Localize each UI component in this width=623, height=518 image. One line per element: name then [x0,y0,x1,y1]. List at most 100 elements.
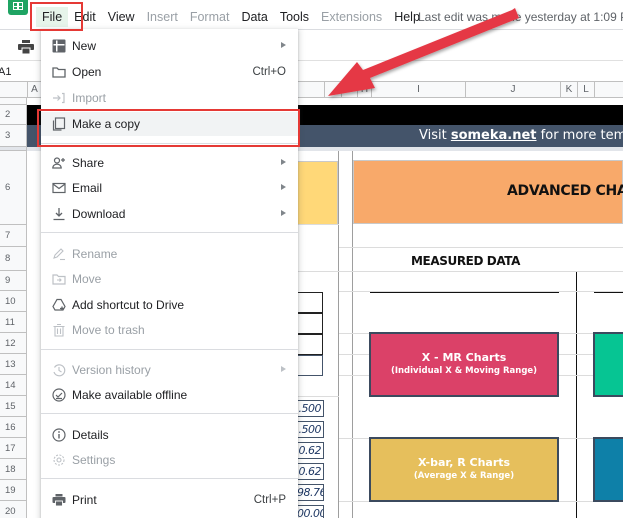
promo-suffix: for more templa [540,128,623,143]
underline [594,292,623,293]
grid-line [339,247,623,248]
name-box[interactable]: A1 [0,66,11,78]
x-mr-charts-button[interactable]: X - MR Charts (Individual X & Moving Ran… [369,332,559,397]
row-header-14[interactable]: 14 [0,375,26,396]
row-header-13[interactable]: 13 [0,354,26,375]
column-header-f[interactable] [324,82,341,97]
table-cell[interactable] [297,334,323,355]
chart-button-green[interactable] [593,332,623,397]
shortcut-label: Ctrl+P [253,494,286,506]
row-header-10[interactable]: 10 [0,291,26,312]
row-header-7[interactable]: 7 [0,225,26,247]
menu-label: Share [72,156,105,170]
someka-link[interactable]: someka.net [451,128,537,143]
row-header-19[interactable]: 19 [0,480,26,501]
orange-title-cell: ADVANCED CHAI [353,160,623,224]
menu-item-details[interactable]: Details [41,423,298,447]
menu-item-add-shortcut[interactable]: Add shortcut to Drive [41,293,298,317]
menu-label: Print [72,493,97,507]
menu-insert[interactable]: Insert [141,7,184,27]
drive-shortcut-icon [52,298,66,311]
menu-label: Make available offline [72,388,188,402]
row-header-3[interactable]: 3 [0,125,26,147]
grid-line [257,271,623,272]
column-header-g[interactable] [341,82,357,97]
row-header-16[interactable]: 16 [0,417,26,438]
row-header-9[interactable]: 9 [0,271,26,291]
button-title: X - MR Charts [421,351,507,364]
row-header-15[interactable]: 15 [0,396,26,417]
info-icon [52,428,66,442]
column-header-k[interactable]: K [560,82,577,97]
column-header-a[interactable]: A [27,82,41,97]
submenu-arrow-icon [281,366,286,372]
move-folder-icon [52,274,66,285]
column-divider [338,151,339,518]
menu-data[interactable]: Data [235,7,273,27]
row-header-8[interactable]: 8 [0,247,26,271]
print-icon [52,494,66,507]
row-header-20[interactable]: 20 [0,501,26,518]
value-cell[interactable]: .500 [297,421,324,438]
new-sheet-icon [52,39,66,53]
table-cell[interactable] [297,313,323,334]
measured-data-label: MEASURED DATA [411,254,521,268]
last-edit-status[interactable]: Last edit was made yesterday at 1:09 PM [418,10,623,24]
menu-item-print[interactable]: Print Ctrl+P [41,488,298,512]
row-header-17[interactable]: 17 [0,438,26,459]
menu-format[interactable]: Format [184,7,236,27]
row-header-1[interactable] [0,98,26,105]
toolbar-print-icon[interactable] [18,40,34,54]
menu-item-version-history[interactable]: Version history [41,358,298,382]
menu-extensions[interactable]: Extensions [315,7,388,27]
menu-label: Add shortcut to Drive [72,298,185,312]
submenu-arrow-icon [281,159,286,165]
column-header-i[interactable]: I [371,82,465,97]
menu-item-new[interactable]: New [41,34,298,58]
table-cell[interactable] [297,355,323,376]
x-bar-r-charts-button[interactable]: X-bar, R Charts (Average X & Range) [369,437,559,502]
row-header-2[interactable]: 2 [0,105,26,125]
import-icon [53,92,65,104]
row-header-18[interactable]: 18 [0,459,26,480]
sheets-logo-icon[interactable] [8,0,28,15]
rename-icon [53,248,65,261]
menu-label: Version history [72,363,151,377]
value-cell[interactable]: 0.62 [297,442,324,459]
file-menu-highlight-box [30,2,83,31]
column-header-m[interactable] [594,82,623,97]
menu-label: Email [72,181,103,195]
value-cell[interactable]: .500 [297,400,324,417]
row-header-6[interactable]: 6 [0,151,26,225]
email-icon [52,182,66,194]
menu-item-share[interactable]: Share [41,151,298,175]
value-cell[interactable]: 00.00 [297,505,324,518]
menu-item-open[interactable]: Open Ctrl+O [41,60,298,84]
menu-item-settings[interactable]: Settings [41,448,298,472]
column-header-h[interactable]: H [357,82,371,97]
row-header-11[interactable]: 11 [0,312,26,333]
menu-item-email[interactable]: Email [41,176,298,200]
menu-separator [41,413,298,414]
menu-tools[interactable]: Tools [274,7,315,27]
value-cell[interactable]: 0.62 [297,463,324,480]
column-header-j[interactable]: J [465,82,560,97]
menu-item-download[interactable]: Download [41,202,298,226]
chart-button-blue[interactable] [593,437,623,502]
submenu-arrow-icon [281,184,286,190]
menu-item-make-available-offline[interactable]: Make available offline [41,383,298,407]
value-cell[interactable]: 98.76 [297,484,324,501]
table-cell[interactable] [297,292,323,313]
menubar: File Edit View Insert Format Data Tools … [36,6,426,28]
button-subtitle: (Individual X & Moving Range) [390,366,538,376]
menu-item-import[interactable]: Import [41,86,298,110]
menu-view[interactable]: View [102,7,141,27]
menu-item-move[interactable]: Move [41,267,298,291]
menu-label: Settings [72,453,116,467]
row-header-12[interactable]: 12 [0,333,26,354]
column-header-l[interactable]: L [577,82,594,97]
make-a-copy-highlight-box [37,109,300,147]
menu-item-move-to-trash[interactable]: Move to trash [41,318,298,342]
menu-label: Open [72,65,102,79]
menu-item-rename[interactable]: Rename [41,242,298,266]
